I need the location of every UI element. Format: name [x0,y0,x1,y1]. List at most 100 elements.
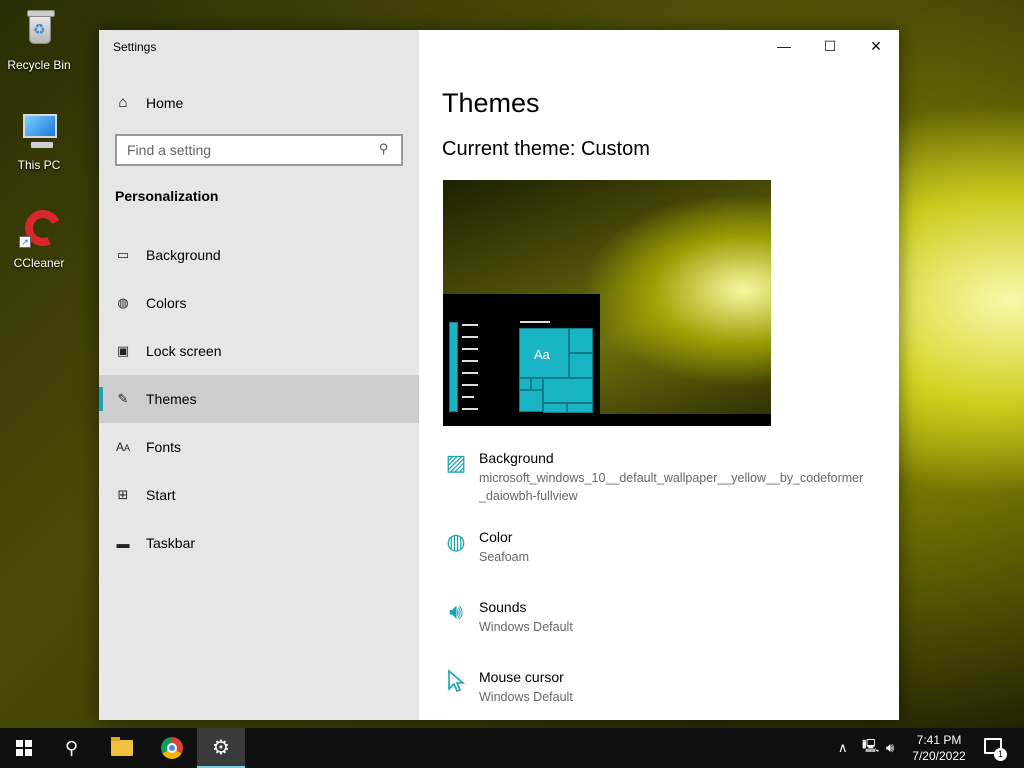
preview-line [462,372,478,374]
preview-line [462,408,478,410]
preview-line [462,324,478,326]
theme-option-sounds[interactable]: 🔊︎ Sounds Windows Default [443,599,883,639]
clock[interactable]: 7:41 PM 7/20/2022 [904,732,974,764]
sidebar-item-background[interactable]: ▭ Background [99,231,419,279]
cursor-icon [443,669,469,695]
sidebar-item-label: Start [146,487,176,503]
gear-icon: ⚙ [212,736,230,759]
start-tiles-icon: ⊞ [117,487,129,502]
option-value: Windows Default [479,620,573,634]
preview-taskbar [443,414,771,426]
ccleaner-icon: ↗ [15,204,67,252]
volume-button[interactable]: 🔊︎ [886,728,894,768]
computer-icon [15,108,63,154]
sidebar-item-themes[interactable]: ✎ Themes [99,375,419,423]
theme-preview: Aa [443,180,771,426]
window-title: Settings [113,40,157,54]
taskbar-file-explorer[interactable] [98,728,146,768]
sidebar-item-label: Fonts [146,439,182,455]
section-title: Personalization [115,188,219,204]
sidebar: Settings ⌂ Home ⚲ Personalization ▭ Back… [99,30,419,720]
home-link[interactable]: ⌂ Home [115,94,183,111]
desktop-icon-this-pc[interactable]: This PC [4,108,74,172]
current-theme-heading: Current theme: Custom [442,138,650,160]
preview-tile [519,390,543,412]
preview-line [462,384,478,386]
search-input[interactable] [115,134,403,166]
sidebar-item-fonts[interactable]: AA Fonts [99,423,419,471]
sidebar-item-start[interactable]: ⊞ Start [99,471,419,519]
sidebar-nav: ▭ Background ◍ Colors ▣ Lock screen ✎ Th… [99,231,419,567]
preview-tile [449,322,458,412]
preview-tile [531,378,543,390]
desktop-icon-ccleaner[interactable]: ↗ CCleaner [4,204,74,270]
preview-tile [569,328,593,353]
clock-time: 7:41 PM [916,733,962,747]
network-icon: 🖳︎ [862,738,880,753]
preview-tile [567,403,593,413]
preview-sample-text: Aa [534,347,550,362]
start-button[interactable] [0,728,48,768]
settings-window: Settings ⌂ Home ⚲ Personalization ▭ Back… [99,30,899,720]
font-icon: AA [115,440,131,454]
taskbar-search-button[interactable]: ⚲ [48,728,96,768]
sidebar-item-taskbar[interactable]: ▬ Taskbar [99,519,419,567]
taskbar-chrome[interactable] [148,728,196,768]
preview-line [462,336,478,338]
notification-count-badge: 1 [994,748,1007,761]
palette-icon: ◍ [117,295,129,310]
preview-tile [543,378,593,403]
image-icon: ▭ [116,247,130,262]
speaker-icon: 🔊︎ [449,599,463,624]
preview-line [462,396,474,398]
desktop-icon-label: This PC [17,158,61,172]
taskbar: ⚲ ⚙ ∧ 🖳︎ 🔊︎ 7:41 PM 7/20/2022 1 [0,728,1024,768]
home-icon: ⌂ [118,94,128,111]
recycle-bin-icon [15,8,63,54]
preview-line [462,348,478,350]
preview-tile [569,353,593,378]
option-value: Seafoam [479,550,530,564]
search-icon: ⚲ [65,737,79,758]
option-value: Windows Default [479,690,573,704]
page-title: Themes [442,88,540,118]
main-content: Themes Current theme: Custom Aa ▨ Backgr… [419,30,899,720]
palette-icon: ◍ [446,529,466,554]
lock-screen-icon: ▣ [116,343,130,358]
show-hidden-icons-button[interactable]: ∧ [838,728,848,768]
clock-date: 7/20/2022 [912,749,966,763]
desktop-icon-label: Recycle Bin [7,58,71,72]
option-title: Sounds [479,599,527,615]
network-button[interactable]: 🖳︎ [862,728,879,768]
desktop-icon-recycle-bin[interactable]: Recycle Bin [4,8,74,72]
theme-option-color[interactable]: ◍ Color Seafoam [443,529,883,569]
preview-tile [543,403,567,413]
brush-icon: ✎ [117,391,129,406]
preview-line [462,360,478,362]
option-title: Color [479,529,513,545]
preview-tile [519,378,531,390]
desktop-icon-label: CCleaner [13,256,65,270]
picture-icon: ▨ [445,450,467,475]
search-icon[interactable]: ⚲ [379,141,389,157]
volume-icon: 🔊︎ [886,740,895,755]
sidebar-item-label: Colors [146,295,187,311]
chrome-icon [161,737,183,759]
sidebar-item-label: Taskbar [146,535,196,551]
sidebar-item-label: Background [146,247,221,263]
folder-icon [111,737,133,756]
theme-option-mouse-cursor[interactable]: Mouse cursor Windows Default [443,669,883,709]
chevron-up-icon: ∧ [838,740,848,755]
taskbar-icon: ▬ [116,535,130,551]
home-label: Home [146,94,184,111]
windows-logo-icon [16,740,32,756]
option-title: Mouse cursor [479,669,564,685]
option-title: Background [479,450,554,466]
option-value: microsoft_windows_10__default_wallpaper_… [479,471,864,503]
taskbar-settings[interactable]: ⚙ [197,728,245,768]
sidebar-item-colors[interactable]: ◍ Colors [99,279,419,327]
theme-option-background[interactable]: ▨ Background microsoft_windows_10__defau… [443,450,883,503]
sidebar-item-label: Themes [146,391,197,407]
sidebar-item-lock-screen[interactable]: ▣ Lock screen [99,327,419,375]
sidebar-item-label: Lock screen [146,343,222,359]
